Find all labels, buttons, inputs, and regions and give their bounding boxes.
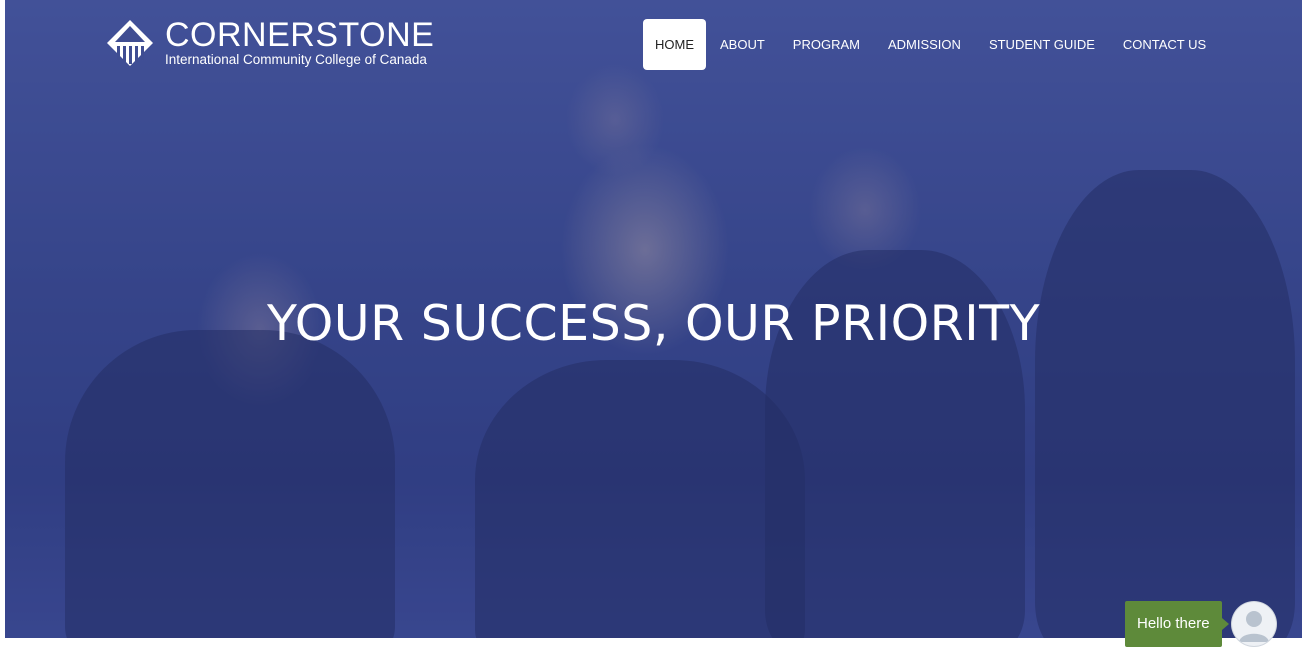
nav-contact-us[interactable]: CONTACT US	[1109, 19, 1220, 70]
nav-student-guide[interactable]: STUDENT GUIDE	[975, 19, 1109, 70]
nav-about[interactable]: ABOUT	[706, 19, 779, 70]
main-navigation: HOME ABOUT PROGRAM ADMISSION STUDENT GUI…	[643, 19, 1220, 70]
user-avatar-icon[interactable]	[1231, 602, 1276, 646]
chat-widget[interactable]: Hello there	[1125, 601, 1276, 647]
nav-program[interactable]: PROGRAM	[779, 19, 874, 70]
cornerstone-logo-icon	[107, 20, 153, 66]
site-logo[interactable]: CORNERSTONE International Community Coll…	[105, 18, 434, 68]
hero-banner: CORNERSTONE International Community Coll…	[5, 0, 1302, 638]
chat-greeting[interactable]: Hello there	[1125, 601, 1229, 647]
hero-title: YOUR SUCCESS, OUR PRIORITY	[266, 295, 1041, 352]
brand-tagline: International Community College of Canad…	[165, 52, 427, 67]
nav-home[interactable]: HOME	[643, 19, 706, 70]
brand-name: CORNERSTONE	[165, 16, 435, 54]
nav-admission[interactable]: ADMISSION	[874, 19, 975, 70]
